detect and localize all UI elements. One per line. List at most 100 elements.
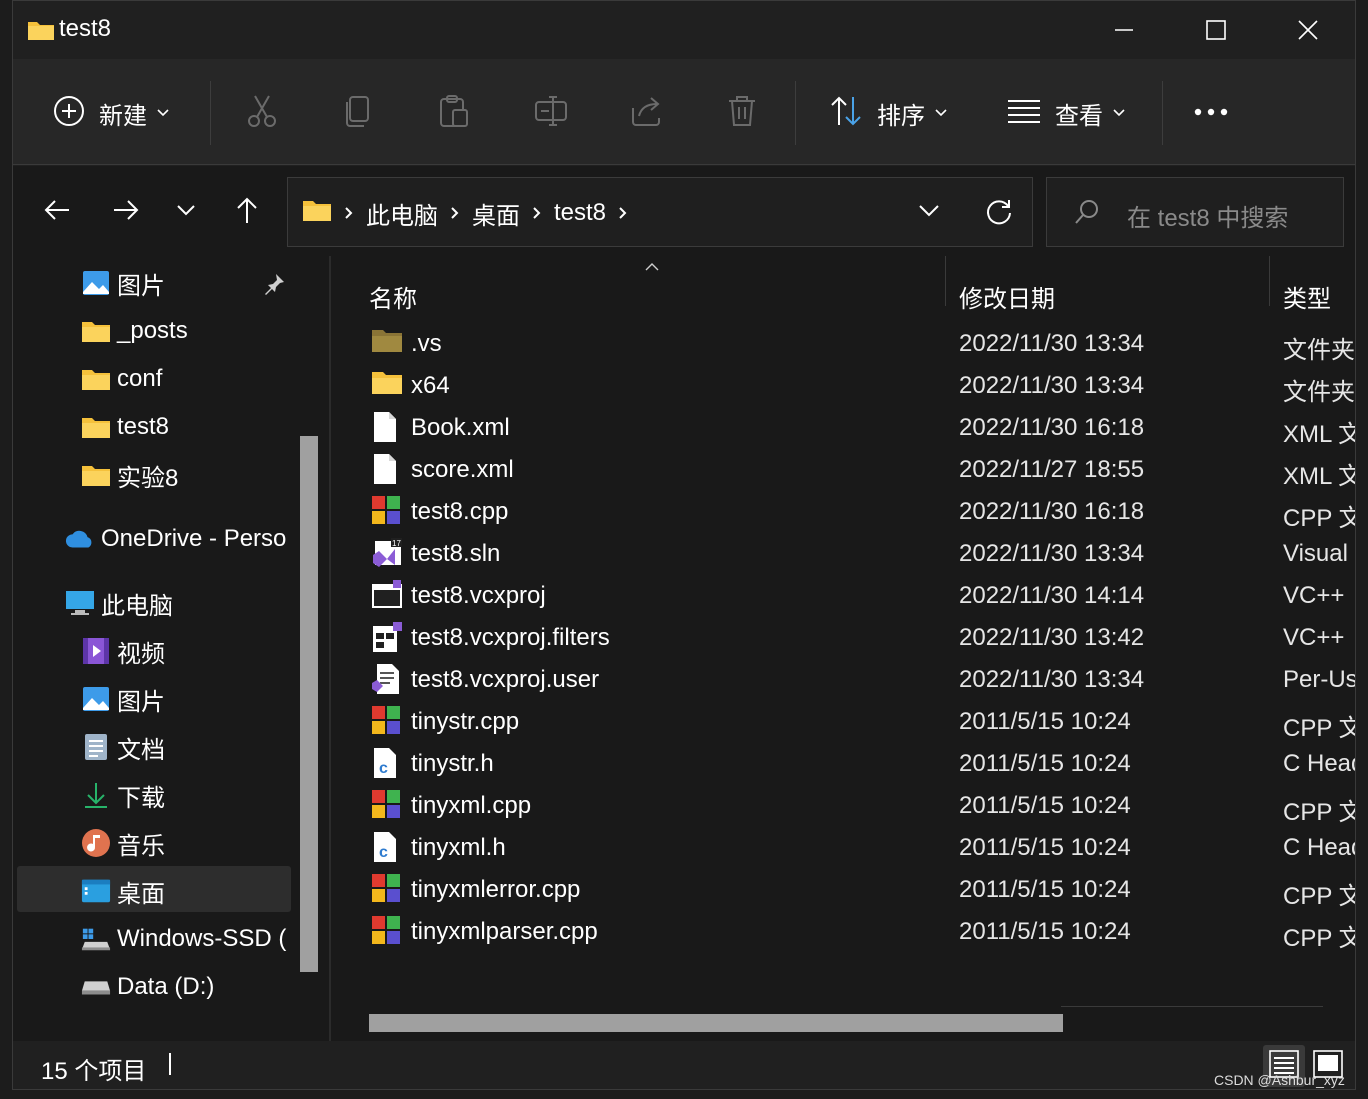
- column-divider[interactable]: [945, 256, 946, 306]
- sidebar-item-posts[interactable]: _posts: [81, 308, 188, 354]
- sidebar-item-videos[interactable]: 视频: [81, 628, 165, 674]
- file-type: Per-Us: [1283, 666, 1356, 693]
- toolbar-divider: [210, 81, 211, 145]
- sidebar-item-documents[interactable]: 文档: [81, 724, 165, 770]
- file-name: tinyxml.cpp: [411, 792, 532, 819]
- file-name: test8.sln: [411, 540, 501, 567]
- file-row[interactable]: score.xml 2022/11/27 18:55 XML 文: [331, 448, 1355, 490]
- sidebar-item-test8[interactable]: test8: [81, 404, 169, 450]
- file-row[interactable]: c tinyxml.h 2011/5/15 10:24 C Head: [331, 826, 1355, 868]
- chevron-down-icon[interactable]: [918, 204, 940, 223]
- refresh-icon[interactable]: [985, 198, 1013, 231]
- pin-icon[interactable]: [263, 273, 285, 300]
- file-row[interactable]: c tinystr.h 2011/5/15 10:24 C Head: [331, 742, 1355, 784]
- folder-icon: [302, 198, 332, 229]
- blank-file-icon: [371, 411, 403, 443]
- breadcrumb-item-desktop[interactable]: 桌面: [472, 196, 520, 231]
- folder-icon: [81, 412, 111, 442]
- cut-button[interactable]: [245, 87, 279, 139]
- file-row[interactable]: 17 test8.sln 2022/11/30 13:34 Visual: [331, 532, 1355, 574]
- videos-icon: [81, 636, 111, 666]
- sidebar-item-desktop[interactable]: 桌面: [81, 868, 165, 914]
- breadcrumb: 此电脑 桌面 test8: [302, 178, 640, 248]
- file-row[interactable]: test8.cpp 2022/11/30 16:18 CPP 文: [331, 490, 1355, 532]
- column-header-date[interactable]: 修改日期: [959, 268, 1055, 324]
- sidebar-item-downloads[interactable]: 下载: [81, 772, 165, 818]
- view-button[interactable]: 查看: [1007, 87, 1125, 139]
- cpp-file-icon: [371, 789, 403, 821]
- cpp-file-icon: [371, 495, 403, 527]
- breadcrumb-item-test8[interactable]: test8: [554, 199, 606, 227]
- rename-button[interactable]: [533, 87, 569, 139]
- file-date: 2022/11/30 16:18: [959, 414, 1145, 441]
- recent-locations-button[interactable]: [162, 188, 210, 236]
- horizontal-scrollbar-thumb[interactable]: [369, 1014, 1063, 1032]
- sidebar-item-this-pc[interactable]: 此电脑: [65, 580, 173, 626]
- copy-icon: [341, 94, 375, 133]
- back-button[interactable]: [33, 188, 81, 236]
- file-row[interactable]: .vs 2022/11/30 13:34 文件夹: [331, 322, 1355, 364]
- share-button[interactable]: [629, 87, 663, 139]
- forward-button[interactable]: [102, 188, 150, 236]
- file-row[interactable]: x64 2022/11/30 13:34 文件夹: [331, 364, 1355, 406]
- file-date: 2022/11/30 13:34: [959, 666, 1145, 693]
- more-options-button[interactable]: [1193, 87, 1229, 139]
- file-row[interactable]: tinyxmlerror.cpp 2011/5/15 10:24 CPP 文: [331, 868, 1355, 910]
- toolbar-divider: [795, 81, 796, 145]
- new-label: 新建: [99, 102, 147, 130]
- sidebar-item-music[interactable]: 音乐: [81, 820, 165, 866]
- search-icon: [1073, 198, 1101, 231]
- sidebar-item-conf[interactable]: conf: [81, 356, 162, 402]
- scissors-icon: [245, 94, 279, 133]
- clipboard-icon: [437, 94, 471, 133]
- file-row[interactable]: test8.vcxproj.user 2022/11/30 13:34 Per-…: [331, 658, 1356, 700]
- trash-icon: [725, 94, 759, 133]
- cpp-file-icon: [371, 705, 403, 737]
- sidebar-item-pictures-quick[interactable]: 图片: [81, 260, 165, 306]
- address-bar[interactable]: 此电脑 桌面 test8: [287, 177, 1033, 247]
- chevron-right-icon: [450, 206, 460, 220]
- sidebar-item-onedrive[interactable]: OneDrive - Perso: [65, 516, 286, 562]
- column-header-type[interactable]: 类型: [1283, 268, 1331, 324]
- maximize-button[interactable]: [1170, 1, 1262, 59]
- file-row[interactable]: Book.xml 2022/11/30 16:18 XML 文: [331, 406, 1356, 448]
- window-title: test8: [59, 15, 112, 42]
- sidebar-item-experiment8[interactable]: 实验8: [81, 452, 178, 498]
- navigation-pane: 图片 _posts conf test8 实验8 OneDrive - Pers…: [13, 256, 329, 1041]
- sidebar-item-data-d[interactable]: Data (D:): [81, 964, 214, 1010]
- delete-button[interactable]: [725, 87, 759, 139]
- sort-button[interactable]: 排序: [829, 87, 947, 139]
- pictures-icon: [81, 268, 111, 298]
- up-button[interactable]: [223, 188, 271, 236]
- list-view-icon: [1007, 99, 1041, 128]
- file-row[interactable]: tinyxmlparser.cpp 2011/5/15 10:24 CPP 文: [331, 910, 1355, 952]
- chevron-down-icon: [176, 203, 196, 221]
- minimize-button[interactable]: [1078, 1, 1170, 59]
- sidebar-scrollbar-thumb[interactable]: [300, 436, 318, 972]
- new-button[interactable]: 新建: [53, 87, 169, 139]
- breadcrumb-item-this-pc[interactable]: 此电脑: [366, 196, 438, 231]
- item-count: 15 个项目: [41, 1058, 147, 1085]
- file-date: 2022/11/27 18:55: [959, 456, 1145, 483]
- status-bar: 15 个项目: [13, 1041, 1355, 1089]
- file-row[interactable]: tinystr.cpp 2011/5/15 10:24 CPP 文: [331, 700, 1355, 742]
- copy-button[interactable]: [341, 87, 375, 139]
- column-divider[interactable]: [1269, 256, 1270, 306]
- file-date: 2011/5/15 10:24: [959, 792, 1131, 819]
- sidebar-item-windows-ssd[interactable]: Windows-SSD (: [81, 916, 286, 962]
- close-button[interactable]: [1262, 1, 1354, 59]
- file-type: XML 文: [1283, 421, 1356, 448]
- paste-button[interactable]: [437, 87, 471, 139]
- column-header-name[interactable]: 名称: [369, 268, 417, 324]
- vcxproj-icon: [371, 579, 403, 611]
- arrow-left-icon: [43, 198, 71, 227]
- sidebar-item-pictures[interactable]: 图片: [81, 676, 165, 722]
- file-row[interactable]: tinyxml.cpp 2011/5/15 10:24 CPP 文: [331, 784, 1355, 826]
- pictures-icon: [81, 684, 111, 714]
- file-row[interactable]: test8.vcxproj 2022/11/30 14:14 VC++: [331, 574, 1355, 616]
- search-box[interactable]: 在 test8 中搜索: [1046, 177, 1344, 247]
- navigation-bar: 此电脑 桌面 test8 在 test8 中搜索: [13, 166, 1355, 256]
- file-type: 文件夹: [1283, 337, 1355, 364]
- user-file-icon: [371, 663, 403, 695]
- file-row[interactable]: test8.vcxproj.filters 2022/11/30 13:42 V…: [331, 616, 1355, 658]
